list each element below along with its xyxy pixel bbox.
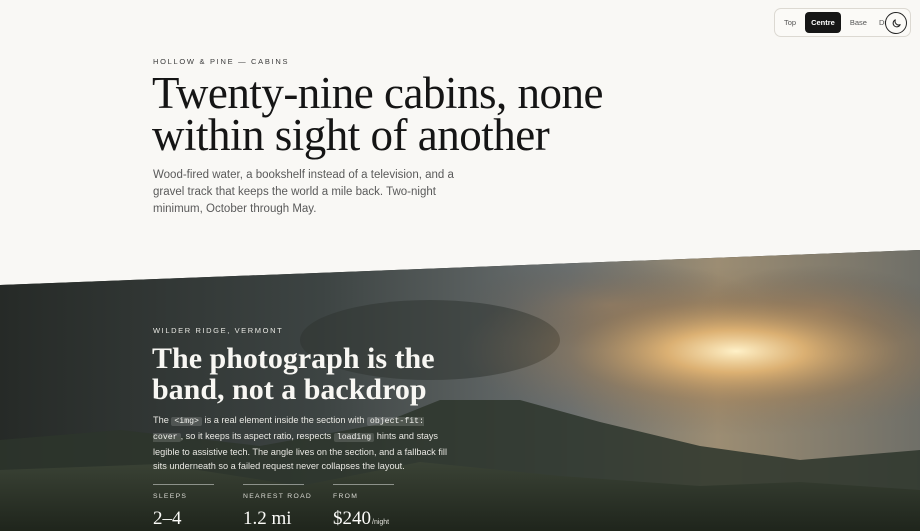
tool-centre[interactable]: Centre <box>805 12 841 33</box>
stat-sleeps: SLEEPS 2–4 <box>153 484 214 530</box>
stat-value: $240/night <box>333 508 394 530</box>
stat-unit: /night <box>372 519 390 526</box>
stat-number: 1.2 mi <box>243 508 292 529</box>
tool-top[interactable]: Top <box>778 12 802 33</box>
hero-eyebrow: HOLLOW & PINE — CABINS <box>153 57 290 66</box>
stat-value: 2–4 <box>153 508 214 530</box>
img-code: <img> <box>171 417 202 426</box>
body-text: , so it keeps its aspect ratio, respects <box>180 431 334 441</box>
stat-label: SLEEPS <box>153 493 188 500</box>
body-text: The <box>153 415 172 425</box>
moon-icon <box>892 18 901 27</box>
stat-label: FROM <box>333 493 359 500</box>
page-title: Twenty-nine cabins, none within sight of… <box>152 71 712 158</box>
position-toolbar: Top Centre Base Duo <box>774 8 911 37</box>
stat-number: $240 <box>333 508 371 529</box>
loading-code: loading <box>333 433 375 442</box>
title-line-2: within sight of another <box>152 110 550 160</box>
photo-band: WILDER RIDGE, VERMONT The photograph is … <box>0 250 920 531</box>
stats-row: SLEEPS 2–4 NEAREST ROAD 1.2 mi FROM $240… <box>153 484 394 530</box>
body-text: is a real element inside the section wit… <box>201 415 367 425</box>
stat-value: 1.2 mi <box>243 508 304 530</box>
band-eyebrow: WILDER RIDGE, VERMONT <box>153 326 284 335</box>
stat-label: NEAREST ROAD <box>243 493 313 500</box>
stat-number: 2–4 <box>153 508 182 529</box>
band-body: The <img> is a real element inside the s… <box>153 413 453 473</box>
hero-lede: Wood-fired water, a bookshelf instead of… <box>153 169 454 215</box>
stat-nearest-road: NEAREST ROAD 1.2 mi <box>243 484 313 530</box>
band-title: The photograph is the band, not a backdr… <box>152 342 435 406</box>
tool-base[interactable]: Base <box>844 12 873 33</box>
theme-toggle-button[interactable] <box>885 12 907 34</box>
stat-from: FROM $240/night <box>333 484 394 530</box>
